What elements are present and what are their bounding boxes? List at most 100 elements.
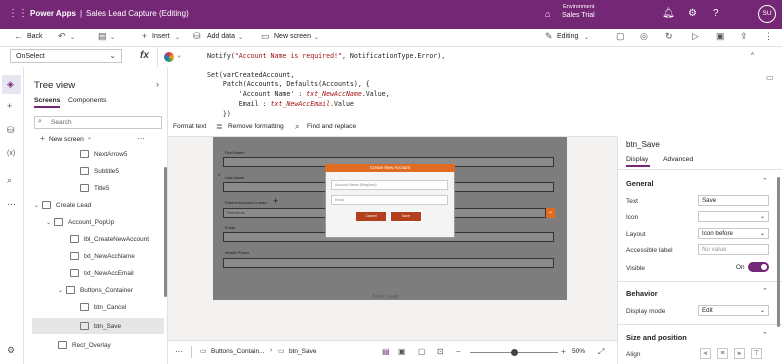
formula-editor[interactable]: ⌄ Notify("Account Name is required!", No… [157, 47, 782, 117]
chevron-up-icon[interactable]: ⌃ [762, 287, 768, 295]
section-size-position[interactable]: Size and position [626, 333, 687, 342]
layout-property-select[interactable]: Icon before ⌄ [698, 228, 769, 239]
display-mode-select[interactable]: Edit ⌄ [698, 305, 769, 316]
breadcrumb-parent[interactable]: Buttons_Contain... [211, 348, 264, 355]
section-general[interactable]: General [626, 179, 654, 188]
chevron-down-icon[interactable]: ⌄ [34, 202, 39, 209]
combobox-chevron-icon[interactable]: ⌄ [546, 208, 555, 218]
new-screen-tree-button[interactable]: New screen [49, 136, 84, 143]
align-left-icon[interactable]: ⫷ [700, 348, 711, 359]
section-behavior[interactable]: Behavior [626, 289, 658, 298]
tree-item-create-lead[interactable]: ⌄ Create Lead [34, 197, 91, 213]
align-center-icon[interactable]: ≡ [717, 348, 728, 359]
collapse-chevron-icon[interactable]: ⌃ [750, 51, 755, 60]
icon-property-select[interactable]: ⌄ [698, 211, 769, 222]
component-tools-icon[interactable]: ▤ [382, 347, 390, 356]
save-lead-button[interactable]: Save Lead [372, 294, 398, 300]
tab-components[interactable]: Components [68, 97, 107, 104]
new-screen-dropdown-icon[interactable]: ⌄ [314, 34, 319, 43]
tree-item-buttons-container[interactable]: ⌄ Buttons_Container [58, 282, 133, 298]
zoom-in-icon[interactable]: + [561, 347, 566, 356]
preview-play-icon[interactable]: ▷ [692, 32, 699, 41]
tree-item-nextarrow5[interactable]: NextArrow5 [80, 146, 127, 162]
preview-icon[interactable]: ▢ [418, 347, 426, 356]
tree-item-lbl-create-new-account[interactable]: lbl_CreateNewAccount [70, 231, 149, 247]
visible-toggle[interactable] [748, 262, 769, 272]
tree-item-btn-cancel[interactable]: btn_Cancel [80, 299, 126, 315]
publish-icon[interactable]: ⇪ [740, 32, 748, 41]
align-top-icon[interactable]: ⊤ [751, 348, 762, 359]
tree-item-txt-new-acc-email[interactable]: txt_NewAccEmail [70, 265, 134, 281]
popup-save-button[interactable]: Save [390, 211, 422, 222]
tree-item-rect-overlay[interactable]: Rect_Overlay [58, 337, 111, 353]
search-input[interactable]: ⌕ Search [34, 116, 162, 129]
more-options-icon[interactable]: ⋮ [764, 32, 773, 41]
breadcrumb-current[interactable]: btn_Save [289, 348, 316, 355]
properties-scrollbar[interactable] [777, 177, 780, 327]
tab-advanced[interactable]: Advanced [663, 156, 693, 163]
back-button[interactable]: Back [27, 33, 43, 40]
fit-to-screen-icon[interactable]: ⤢ [598, 347, 604, 357]
settings-rail-icon[interactable]: ⚙ [7, 345, 15, 356]
comments-icon[interactable]: ▢ [616, 32, 625, 41]
find-replace-button[interactable]: Find and replace [307, 123, 356, 130]
more-options-icon[interactable]: ⋯ [175, 347, 183, 356]
control-name[interactable]: btn_Save [626, 140, 660, 149]
tree-item-title5[interactable]: Title5 [80, 180, 109, 196]
more-rail-icon[interactable]: ⋯ [7, 199, 16, 210]
insert-rail-icon[interactable]: + [7, 101, 12, 111]
add-account-icon[interactable]: + [273, 196, 278, 206]
tab-display[interactable]: Display [626, 156, 648, 163]
variables-rail-icon[interactable]: (x) [7, 150, 15, 157]
tree-item-account-popup[interactable]: ⌄ Account_PopUp [46, 214, 114, 230]
search-rail-icon[interactable]: ⌕ [7, 175, 12, 186]
tree-item-txt-new-acc-name[interactable]: txt_NewAccName [70, 248, 135, 264]
chevron-down-icon[interactable]: ⌄ [58, 287, 63, 294]
chevron-down-icon[interactable]: ⌄ [177, 51, 181, 59]
app-launcher-icon[interactable]: ⋮⋮ [8, 9, 28, 19]
zoom-out-icon[interactable]: − [456, 347, 461, 356]
copilot-icon[interactable] [164, 52, 174, 62]
tree-item-subtitle5[interactable]: Subtitle5 [80, 163, 119, 179]
insert-button[interactable]: Insert [152, 33, 170, 40]
editing-mode[interactable]: Editing [557, 33, 578, 40]
add-data-dropdown-icon[interactable]: ⌄ [238, 34, 243, 43]
product-name[interactable]: Power Apps [30, 9, 76, 18]
snap-icon[interactable]: ⊡ [437, 347, 444, 356]
undo-dropdown-icon[interactable]: ⌄ [70, 34, 75, 43]
text-property-input[interactable]: Save [698, 195, 769, 206]
popup-email-input[interactable]: Email [331, 195, 448, 205]
more-options-icon[interactable]: ⋯ [137, 134, 145, 143]
add-data-button[interactable]: Add data [207, 33, 235, 40]
chevron-down-icon[interactable]: ⌄ [46, 219, 51, 226]
remove-formatting-button[interactable]: Remove formatting [228, 123, 284, 130]
help-icon[interactable]: ? [713, 9, 719, 19]
notifications-icon[interactable]: 🔔︎ [662, 9, 675, 19]
environment-name[interactable]: Sales Trial [562, 12, 595, 19]
zoom-slider-thumb[interactable] [511, 349, 518, 356]
chevron-up-icon[interactable]: ⌃ [762, 177, 768, 185]
format-text-button[interactable]: Format text [173, 123, 206, 130]
chevron-down-icon[interactable]: ⌄ [87, 134, 92, 141]
align-right-icon[interactable]: ⫸ [734, 348, 745, 359]
new-screen-button[interactable]: New screen [274, 33, 311, 40]
popup-cancel-button[interactable]: Cancel [356, 212, 386, 221]
chevron-up-icon[interactable]: ⌃ [762, 331, 768, 339]
property-selector[interactable]: OnSelect ⌄ [10, 49, 122, 63]
close-icon[interactable]: › [156, 79, 159, 89]
accessible-label-input[interactable]: No value [698, 244, 769, 255]
editing-dropdown-icon[interactable]: ⌄ [584, 34, 589, 43]
avatar[interactable]: SU [758, 5, 776, 23]
mobile-phone-field[interactable] [223, 258, 554, 268]
tree-scrollbar[interactable] [164, 167, 167, 297]
layout-icon[interactable]: ▣ [398, 347, 406, 356]
settings-icon[interactable]: ⚙ [688, 9, 697, 19]
paste-icon[interactable]: ▤ [98, 32, 107, 41]
paste-dropdown-icon[interactable]: ⌄ [110, 34, 115, 43]
tree-item-btn-save[interactable]: btn_Save [80, 318, 121, 334]
data-rail-icon[interactable]: ⛁ [7, 125, 15, 136]
popup-account-name-input[interactable]: Account Name (Required) [331, 180, 448, 190]
undo-icon[interactable]: ↶ [58, 32, 66, 41]
copilot-chat-icon[interactable]: ▭ [766, 73, 774, 82]
insert-dropdown-icon[interactable]: ⌄ [175, 34, 180, 43]
